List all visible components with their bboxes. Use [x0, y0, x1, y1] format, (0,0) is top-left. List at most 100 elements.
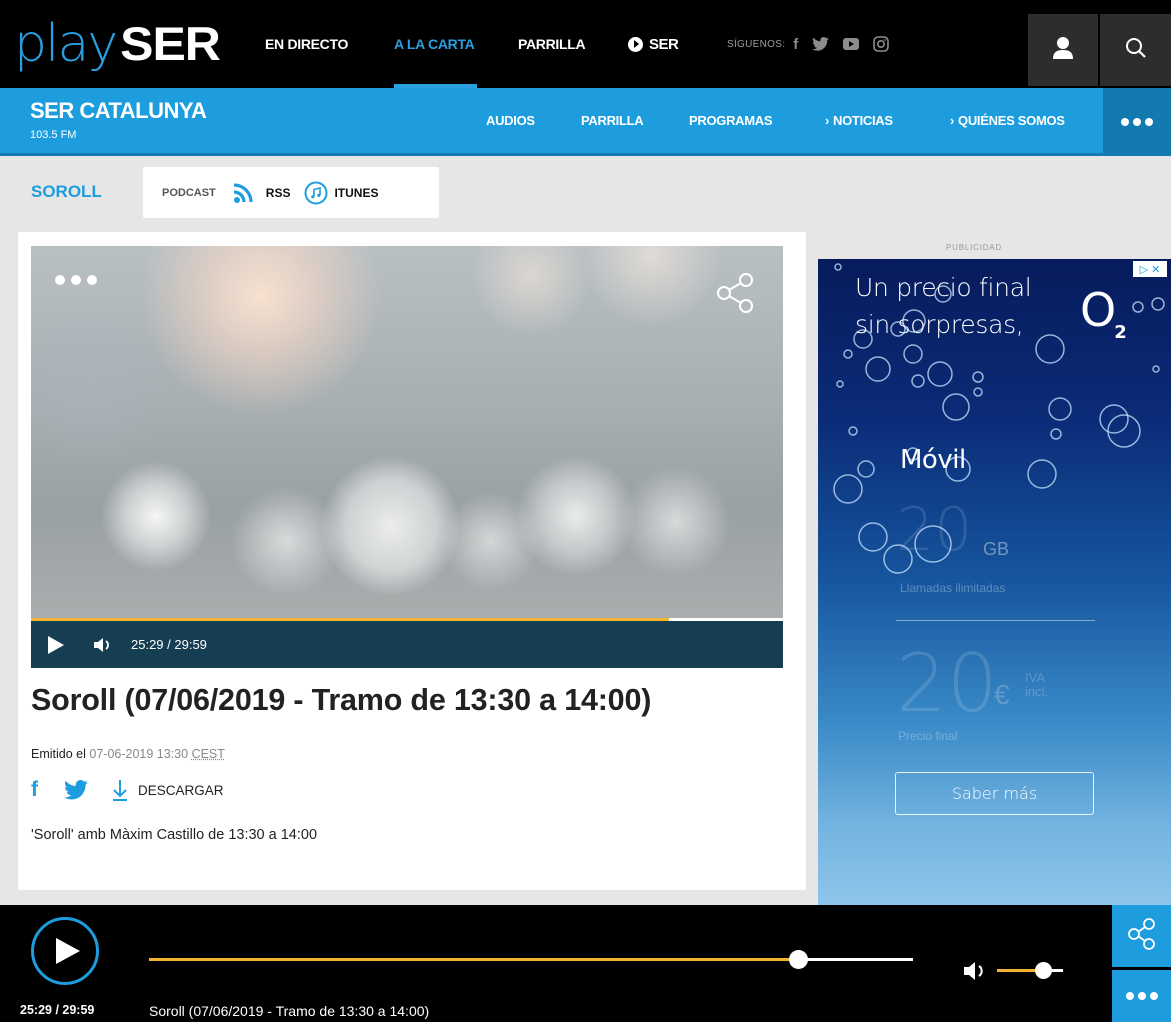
player-progress-fill	[149, 958, 798, 961]
emitido-label: Emitido el	[31, 747, 86, 761]
station-nav-audios-label: AUDIOS	[486, 112, 535, 128]
instagram-icon[interactable]	[873, 36, 890, 52]
program-name[interactable]: SOROLL	[31, 182, 102, 202]
ad-label: PUBLICIDAD	[946, 243, 1002, 252]
station-frequency: 103.5 FM	[30, 129, 77, 141]
player-more-button[interactable]	[1112, 970, 1171, 1022]
station-nav-quienes-somos-label: QUIÉNES SOMOS	[958, 112, 1065, 128]
station-nav-noticias-label: NOTICIAS	[833, 112, 893, 128]
more-dot	[1125, 992, 1134, 1000]
user-icon	[1052, 36, 1074, 65]
play-icon[interactable]	[47, 635, 65, 655]
video-controls: 25:29 / 29:59	[31, 621, 783, 668]
ad-iva-line1: IVA	[1025, 670, 1045, 685]
episode-video-image[interactable]	[31, 246, 783, 618]
more-dot	[71, 275, 81, 285]
nav-parrilla[interactable]: PARRILLA	[518, 0, 586, 88]
ad-gb-amount: 20	[896, 495, 973, 565]
ad-iva: IVA incl.	[1025, 671, 1048, 699]
ad-llamadas: Llamadas ilimitadas	[900, 581, 1006, 595]
station-name[interactable]: SER CATALUNYA	[30, 98, 207, 124]
ad-cta-button[interactable]: Saber más	[895, 772, 1094, 815]
podcast-box: PODCAST RSS ITUNES	[143, 167, 439, 218]
chevron-right-icon: ›	[825, 112, 830, 128]
more-dot	[1133, 118, 1141, 126]
station-bar: SER CATALUNYA 103.5 FM AUDIOS PARRILLA P…	[0, 88, 1171, 156]
station-nav-parrilla[interactable]: PARRILLA	[581, 88, 644, 152]
ad-label-text: PUBLICIDAD	[946, 243, 1003, 252]
volume-icon[interactable]	[93, 637, 113, 653]
player-progress-handle[interactable]	[788, 950, 808, 969]
user-button[interactable]	[1028, 14, 1098, 86]
station-nav-audios[interactable]: AUDIOS	[486, 88, 535, 152]
ad-movil: Móvil	[900, 445, 966, 475]
episode-description: 'Soroll' amb Màxim Castillo de 13:30 a 1…	[31, 827, 318, 843]
youtube-icon[interactable]	[843, 38, 860, 50]
social-links: SÍGUENOS: f	[727, 0, 903, 88]
ad-price: 20	[896, 637, 998, 730]
twitter-icon[interactable]	[812, 37, 830, 51]
station-more-button[interactable]	[1103, 88, 1171, 156]
more-dot	[55, 275, 65, 285]
player-play-button[interactable]	[31, 917, 99, 985]
station-bar-border	[0, 153, 1171, 156]
video-more-button[interactable]	[55, 275, 97, 285]
episode-title: Soroll (07/06/2019 - Tramo de 13:30 a 14…	[31, 683, 652, 717]
station-nav-programas-label: PROGRAMAS	[689, 112, 773, 128]
twitter-share-icon[interactable]	[64, 780, 88, 800]
advertisement[interactable]: ▷ ✕ Un precio final sin sorpresas, O2 Móv…	[818, 259, 1171, 905]
play-icon	[55, 937, 81, 965]
nav-a-la-carta[interactable]: A LA CARTA	[394, 0, 475, 88]
station-nav-programas[interactable]: PROGRAMAS	[689, 88, 773, 152]
nav-en-directo[interactable]: EN DIRECTO	[265, 0, 348, 88]
player-title: Soroll (07/06/2019 - Tramo de 13:30 a 14…	[149, 1003, 430, 1019]
nav-ser[interactable]: SER	[628, 0, 679, 88]
ad-precio-final: Precio final	[898, 729, 958, 743]
more-dot	[87, 275, 97, 285]
facebook-share-icon[interactable]: f	[31, 778, 38, 802]
nav-parrilla-link[interactable]: PARRILLA	[518, 36, 586, 52]
ad-gb-unit: GB	[983, 539, 1010, 559]
ad-headline: Un precio final sin sorpresas,	[855, 269, 1032, 343]
itunes-link[interactable]: ITUNES	[334, 186, 378, 200]
play-circle-icon	[628, 36, 643, 52]
nav-a-la-carta-link[interactable]: A LA CARTA	[394, 36, 475, 52]
station-nav-parrilla-label: PARRILLA	[581, 112, 644, 128]
episode-date: 07-06-2019 13:30	[89, 747, 189, 761]
nav-ser-label: SER	[649, 35, 679, 53]
o2-logo-2: 2	[1114, 322, 1127, 343]
o2-logo: O2	[1080, 283, 1127, 343]
itunes-icon[interactable]	[304, 181, 328, 205]
logo-ser: SER	[120, 17, 221, 71]
episode-actions: f DESCARGAR	[31, 778, 224, 802]
close-icon: ✕	[1151, 263, 1161, 276]
ad-iva-line2: incl.	[1025, 684, 1049, 699]
volume-icon[interactable]	[963, 961, 989, 986]
share-icon	[1127, 917, 1157, 956]
search-icon	[1125, 37, 1147, 64]
more-dot	[1149, 992, 1158, 1000]
playser-logo[interactable]: play SER	[14, 14, 221, 74]
more-dot	[1145, 118, 1153, 126]
station-nav-quienes-somos[interactable]: › QUIÉNES SOMOS	[950, 88, 1065, 152]
ad-headline-line2: sin sorpresas,	[855, 310, 1024, 339]
ad-currency: €	[994, 679, 1010, 710]
ad-headline-line1: Un precio final	[855, 273, 1032, 302]
facebook-icon[interactable]: f	[793, 36, 798, 53]
episode-broadcast-date: Emitido el 07-06-2019 13:30 CEST	[31, 747, 225, 761]
download-icon[interactable]	[112, 779, 128, 801]
adchoices-badge[interactable]: ▷ ✕	[1133, 261, 1167, 277]
player-share-button[interactable]	[1112, 905, 1171, 967]
share-icon[interactable]	[713, 270, 759, 321]
station-nav-noticias[interactable]: › NOTICIAS	[825, 88, 893, 152]
more-dot	[1137, 992, 1146, 1000]
siguenos-label: SÍGUENOS:	[727, 38, 786, 50]
rss-icon[interactable]	[232, 182, 258, 204]
download-link[interactable]: DESCARGAR	[138, 783, 224, 798]
search-button[interactable]	[1100, 14, 1171, 86]
player-time: 25:29 / 29:59	[20, 1003, 95, 1017]
nav-en-directo-link[interactable]: EN DIRECTO	[265, 36, 348, 52]
logo-play: play	[14, 14, 118, 74]
volume-slider[interactable]	[997, 969, 1063, 972]
rss-link[interactable]: RSS	[266, 186, 291, 200]
